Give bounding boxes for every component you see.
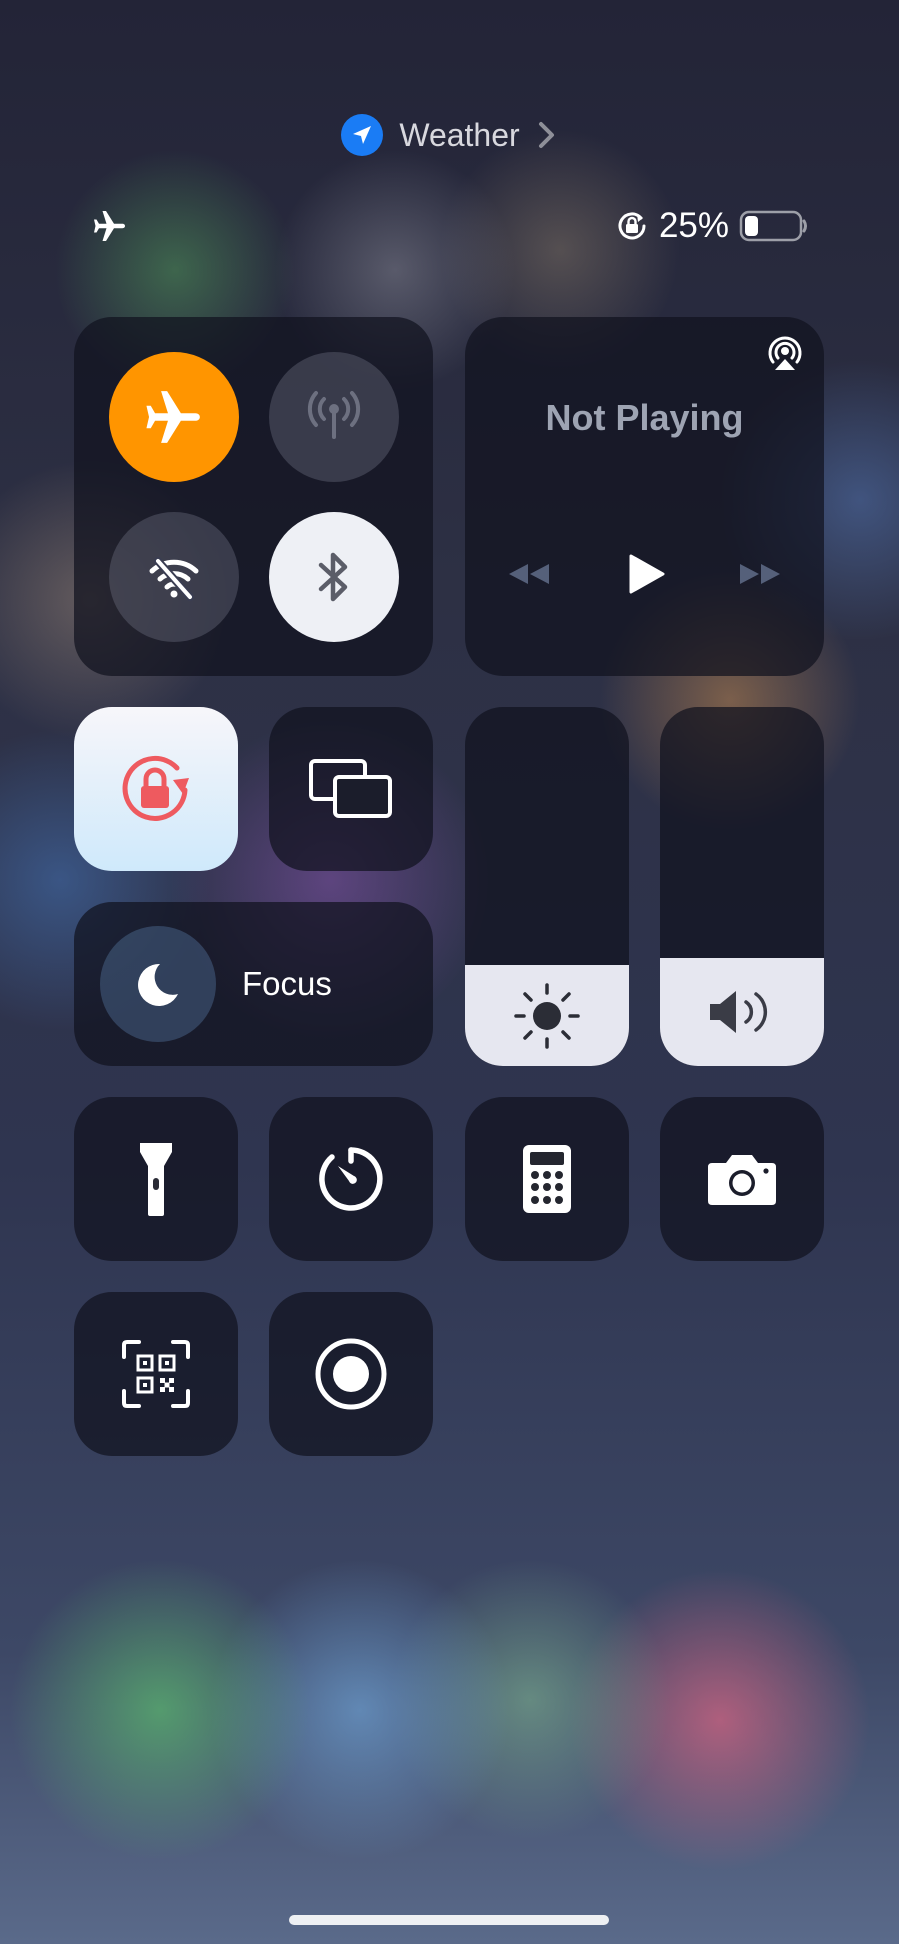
qr-code-scanner-button[interactable] (74, 1292, 238, 1456)
volume-level-fill (660, 958, 824, 1066)
now-playing-module[interactable]: Not Playing (465, 317, 824, 676)
screen-record-icon (315, 1338, 387, 1410)
qr-code-icon (122, 1340, 190, 1408)
status-right: 25% (615, 206, 809, 246)
screen-mirroring-button[interactable] (269, 707, 433, 871)
calculator-button[interactable] (465, 1097, 629, 1261)
speaker-icon (710, 991, 768, 1034)
chevron-right-icon (538, 122, 554, 148)
location-arrow-icon (341, 114, 384, 156)
wifi-off-icon (149, 557, 199, 601)
location-app-label: Weather (399, 116, 520, 153)
camera-button[interactable] (660, 1097, 824, 1261)
flashlight-button[interactable] (74, 1097, 238, 1261)
sun-icon (514, 982, 580, 1049)
orientation-lock-icon (122, 756, 189, 821)
brightness-level-fill (465, 965, 629, 1066)
wifi-toggle[interactable] (109, 512, 239, 642)
calculator-icon (523, 1145, 571, 1213)
connectivity-module (74, 317, 433, 676)
moon-icon (100, 926, 216, 1042)
airplane-mode-toggle[interactable] (109, 352, 239, 482)
media-controls (505, 552, 784, 596)
bluetooth-icon (318, 552, 348, 602)
battery-icon (739, 210, 807, 242)
flashlight-icon (140, 1143, 172, 1216)
location-indicator[interactable]: Weather (0, 114, 899, 156)
cellular-icon (307, 391, 361, 439)
rewind-icon[interactable] (505, 559, 553, 589)
home-indicator[interactable] (289, 1915, 609, 1925)
screen-recording-button[interactable] (269, 1292, 433, 1456)
status-airplane-icon (94, 211, 125, 241)
timer-icon (319, 1147, 383, 1211)
volume-slider[interactable] (660, 707, 824, 1066)
focus-button[interactable]: Focus (74, 902, 433, 1066)
airplane-icon (146, 391, 200, 443)
battery-percentage: 25% (658, 206, 729, 245)
fast-forward-icon[interactable] (736, 559, 784, 589)
bluetooth-toggle[interactable] (269, 512, 399, 642)
brightness-slider[interactable] (465, 707, 629, 1066)
focus-label: Focus (242, 965, 332, 1002)
orientation-lock-status-icon (618, 212, 646, 240)
orientation-lock-button[interactable] (74, 707, 238, 871)
camera-icon (708, 1155, 776, 1205)
screen-mirroring-icon (309, 759, 392, 818)
play-icon[interactable] (623, 552, 667, 596)
timer-button[interactable] (269, 1097, 433, 1261)
not-playing-label: Not Playing (545, 397, 744, 438)
airplay-icon[interactable] (766, 335, 804, 373)
cellular-data-toggle[interactable] (269, 352, 399, 482)
